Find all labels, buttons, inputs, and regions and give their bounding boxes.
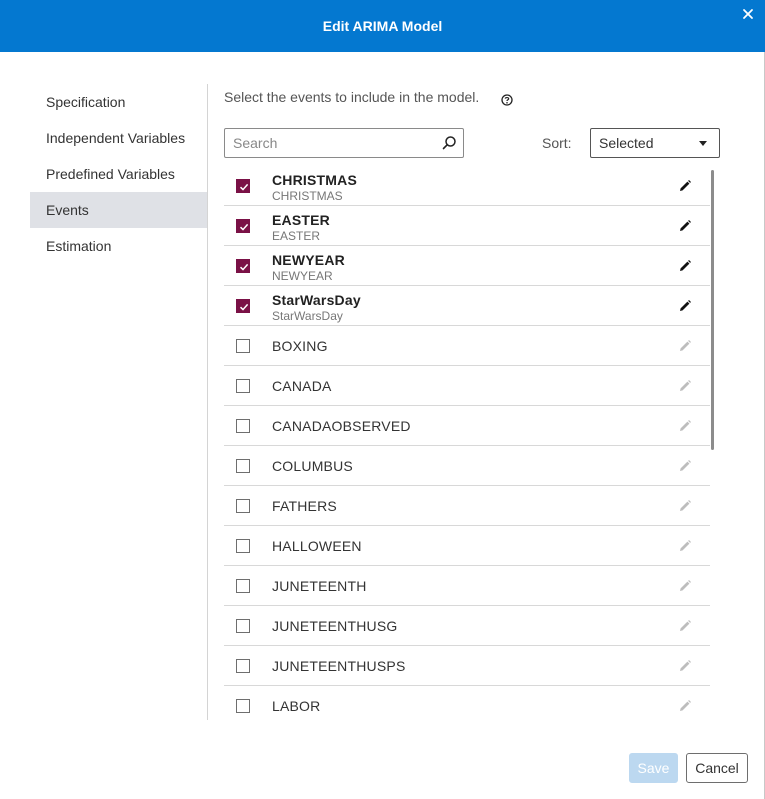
- checkbox-unchecked[interactable]: [236, 659, 250, 673]
- edit-pencil-icon[interactable]: [678, 179, 692, 193]
- nav-divider: [207, 84, 208, 720]
- chevron-down-icon: [699, 141, 707, 146]
- event-name: FATHERS: [272, 498, 337, 514]
- edit-pencil-icon: [678, 539, 692, 553]
- event-row[interactable]: JUNETEENTHUSPS: [224, 646, 710, 686]
- search-input[interactable]: [225, 129, 435, 157]
- event-name: LABOR: [272, 698, 321, 714]
- event-subtitle: EASTER: [272, 229, 321, 243]
- side-nav: Specification Independent Variables Predef…: [30, 84, 207, 264]
- nav-item-predefined-variables[interactable]: Predefined Variables: [30, 156, 207, 192]
- event-name: HALLOWEEN: [272, 538, 362, 554]
- event-name: JUNETEENTHUSPS: [272, 658, 406, 674]
- checkbox-unchecked[interactable]: [236, 499, 250, 513]
- edit-pencil-icon[interactable]: [678, 259, 692, 273]
- checkbox-checked[interactable]: [236, 259, 250, 273]
- checkbox-unchecked[interactable]: [236, 619, 250, 633]
- checkbox-checked[interactable]: [236, 299, 250, 313]
- cancel-button[interactable]: Cancel: [686, 753, 748, 783]
- checkbox-checked[interactable]: [236, 179, 250, 193]
- edit-pencil-icon: [678, 419, 692, 433]
- event-row[interactable]: CANADAOBSERVED: [224, 406, 710, 446]
- edit-pencil-icon: [678, 659, 692, 673]
- edit-pencil-icon: [678, 459, 692, 473]
- nav-item-events[interactable]: Events: [30, 192, 207, 228]
- event-name: COLUMBUS: [272, 458, 353, 474]
- edit-pencil-icon[interactable]: [678, 219, 692, 233]
- event-subtitle: NEWYEAR: [272, 269, 333, 283]
- event-row[interactable]: StarWarsDay StarWarsDay: [224, 286, 710, 326]
- checkbox-unchecked[interactable]: [236, 459, 250, 473]
- event-row[interactable]: COLUMBUS: [224, 446, 710, 486]
- search-icon[interactable]: [441, 135, 457, 151]
- sort-label: Sort:: [542, 135, 572, 151]
- nav-item-specification[interactable]: Specification: [30, 84, 207, 120]
- dialog-title: Edit ARIMA Model: [322, 18, 443, 34]
- search-field: [224, 128, 464, 158]
- events-instruction: Select the events to include in the mode…: [224, 89, 480, 105]
- checkbox-unchecked[interactable]: [236, 579, 250, 593]
- event-row[interactable]: BOXING: [224, 326, 710, 366]
- sort-dropdown[interactable]: Selected: [590, 128, 720, 158]
- event-name: JUNETEENTH: [272, 578, 367, 594]
- event-name: JUNETEENTHUSG: [272, 618, 398, 634]
- edit-arima-dialog: Edit ARIMA Model Specification Independen…: [0, 0, 765, 799]
- event-row[interactable]: JUNETEENTHUSG: [224, 606, 710, 646]
- edit-pencil-icon: [678, 699, 692, 713]
- event-name: CHRISTMAS: [272, 172, 358, 188]
- event-subtitle: CHRISTMAS: [272, 189, 343, 203]
- event-subtitle: StarWarsDay: [272, 309, 343, 323]
- checkbox-unchecked[interactable]: [236, 339, 250, 353]
- checkbox-checked[interactable]: [236, 219, 250, 233]
- event-row[interactable]: EASTER EASTER: [224, 206, 710, 246]
- nav-item-independent-variables[interactable]: Independent Variables: [30, 120, 207, 156]
- edit-pencil-icon: [678, 379, 692, 393]
- edit-pencil-icon[interactable]: [678, 299, 692, 313]
- event-row[interactable]: FATHERS: [224, 486, 710, 526]
- event-name: BOXING: [272, 338, 328, 354]
- event-name: StarWarsDay: [272, 292, 361, 308]
- event-row[interactable]: CANADA: [224, 366, 710, 406]
- dialog-titlebar: Edit ARIMA Model: [0, 0, 765, 52]
- edit-pencil-icon: [678, 499, 692, 513]
- event-row[interactable]: JUNETEENTH: [224, 566, 710, 606]
- save-button[interactable]: Save: [629, 753, 678, 783]
- close-icon[interactable]: [741, 7, 755, 21]
- edit-pencil-icon: [678, 339, 692, 353]
- event-row[interactable]: CHRISTMAS CHRISTMAS: [224, 166, 710, 206]
- event-row[interactable]: HALLOWEEN: [224, 526, 710, 566]
- help-icon[interactable]: [501, 93, 513, 106]
- event-name: NEWYEAR: [272, 252, 345, 268]
- events-list: CHRISTMAS CHRISTMAS EASTER EASTER NEWYEAR NEW…: [224, 166, 710, 716]
- edit-pencil-icon: [678, 579, 692, 593]
- nav-item-estimation[interactable]: Estimation: [30, 228, 207, 264]
- checkbox-unchecked[interactable]: [236, 699, 250, 713]
- list-scrollbar[interactable]: [711, 170, 714, 450]
- edit-pencil-icon: [678, 619, 692, 633]
- event-row[interactable]: NEWYEAR NEWYEAR: [224, 246, 710, 286]
- event-name: EASTER: [272, 212, 330, 228]
- event-row[interactable]: LABOR: [224, 686, 710, 716]
- event-name: CANADA: [272, 378, 332, 394]
- checkbox-unchecked[interactable]: [236, 539, 250, 553]
- checkbox-unchecked[interactable]: [236, 379, 250, 393]
- checkbox-unchecked[interactable]: [236, 419, 250, 433]
- sort-selected-value: Selected: [599, 135, 654, 151]
- event-name: CANADAOBSERVED: [272, 418, 411, 434]
